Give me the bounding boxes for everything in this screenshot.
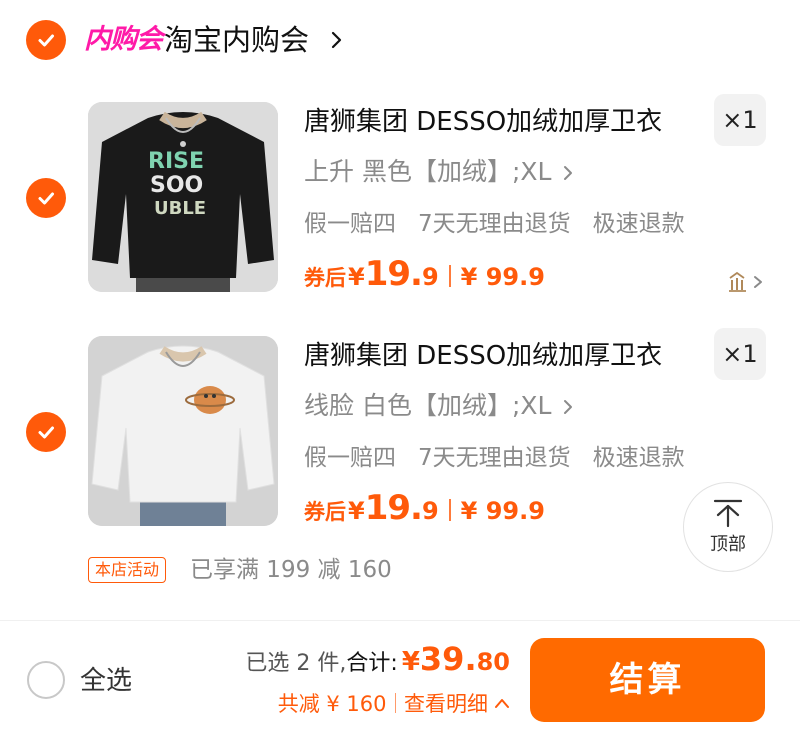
checkmark-icon [38,426,54,439]
discount-divider [394,693,396,713]
back-to-top-button[interactable]: 顶部 [683,482,773,572]
back-to-top-label: 顶部 [710,534,746,555]
total-integer: 39. [419,640,477,678]
price-integer: 19. [364,254,423,294]
service-tag: 7天无理由退货 [418,445,571,471]
shirt-print-line: RISE [148,149,204,174]
shirt-print-line: SOO [150,173,203,198]
chevron-right-icon[interactable] [330,30,344,50]
quantity-badge[interactable]: ×1 [714,94,766,146]
footer-divider [0,620,800,621]
price-divider [448,265,451,287]
store-select-checkbox[interactable] [26,20,66,60]
arrow-up-icon [713,499,743,528]
promo-text: 已享满 199 减 160 [190,557,392,583]
chevron-up-icon[interactable] [494,697,510,709]
price-trend-icon[interactable] [727,270,767,294]
item-select-checkbox[interactable] [26,412,66,452]
price-decimal: 9 [421,497,439,525]
selected-count: 已选 2 件, [245,651,347,676]
original-price: ¥ 99.9 [460,497,545,525]
service-tag: 极速退款 [592,445,685,471]
price-label: 券后 [304,500,346,524]
select-all-checkbox[interactable] [27,661,65,699]
price-divider [448,499,451,521]
checkmark-icon [38,34,54,47]
total-decimal: 80 [476,648,510,676]
currency-symbol: ¥ [348,497,365,525]
total-label: 合计: [346,651,398,676]
cart-item: 唐狮集团 DESSO加绒加厚卫衣 ×1 线脸 白色【加绒】;XL 假一赔四 7天无… [0,328,800,536]
promo-tag: 本店活动 [88,557,167,583]
original-price: ¥ 99.9 [460,263,545,291]
price-row: 券后 ¥ 19. 9 ¥ 99.9 [304,254,545,298]
service-tag: 极速退款 [592,211,685,237]
product-title[interactable]: 唐狮集团 DESSO加绒加厚卫衣 [304,338,662,374]
product-image[interactable]: RISE SOO UBLE [88,102,278,292]
checkmark-icon [38,192,54,205]
select-all-label[interactable]: 全选 [80,664,132,698]
cart-item: RISE SOO UBLE 唐狮集团 DESSO加绒加厚卫衣 ×1 上升 黑色【… [0,94,800,302]
checkout-button[interactable]: 结算 [530,638,765,722]
total-currency: ¥ [401,647,420,677]
currency-symbol: ¥ [348,263,365,291]
product-title[interactable]: 唐狮集团 DESSO加绒加厚卫衣 [304,104,662,140]
price-decimal: 9 [421,263,439,291]
product-image[interactable] [88,336,278,526]
service-tag: 假一赔四 [304,445,396,471]
shirt-print-line: UBLE [154,198,206,219]
order-summary: 已选 2 件, 合计: ¥ 39. 80 [245,640,510,678]
store-badge: 内购会 [84,24,163,55]
price-row: 券后 ¥ 19. 9 ¥ 99.9 [304,488,545,532]
quantity-badge[interactable]: ×1 [714,328,766,380]
sku-selector[interactable]: 线脸 白色【加绒】;XL [304,388,551,424]
chevron-right-icon[interactable] [562,164,574,182]
view-details-link[interactable]: 查看明细 [404,688,488,718]
chevron-right-icon[interactable] [562,398,574,416]
discount-summary[interactable]: 共减 ¥ 160 查看明细 [278,688,510,718]
service-tags: 假一赔四 7天无理由退货 极速退款 [304,206,707,242]
sku-selector[interactable]: 上升 黑色【加绒】;XL [304,154,551,190]
discount-amount: 共减 ¥ 160 [277,692,387,716]
service-tag: 假一赔四 [304,211,396,237]
service-tags: 假一赔四 7天无理由退货 极速退款 [304,440,707,476]
price-label: 券后 [304,266,346,290]
item-select-checkbox[interactable] [26,178,66,218]
service-tag: 7天无理由退货 [418,211,571,237]
price-integer: 19. [364,488,423,528]
store-name-link[interactable]: 淘宝内购会 [164,20,309,60]
